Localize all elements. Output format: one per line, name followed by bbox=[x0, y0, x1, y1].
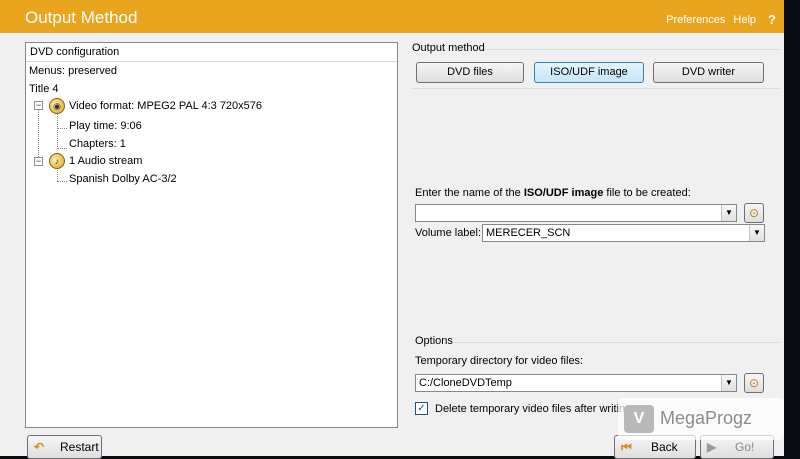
temp-dir-combo[interactable]: C:/CloneDVDTemp ▼ bbox=[415, 374, 737, 392]
help-link[interactable]: Help bbox=[733, 14, 756, 26]
tree-item-video-format[interactable]: Video format: MPEG2 PAL 4:3 720x576 bbox=[69, 100, 262, 112]
help-icon[interactable]: ? bbox=[768, 12, 776, 27]
options-label: Options bbox=[415, 335, 453, 347]
dvd-configuration-header: DVD configuration bbox=[26, 43, 397, 62]
delete-temp-checkbox[interactable]: ✓ bbox=[415, 402, 428, 415]
browse-folder-icon: ⊙ bbox=[748, 206, 760, 220]
filename-prompt-pre: Enter the name of the bbox=[415, 187, 524, 199]
iso-udf-image-button[interactable]: ISO/UDF image bbox=[534, 62, 644, 83]
volume-label-label: Volume label: bbox=[415, 227, 482, 239]
filename-prompt-post: file to be created: bbox=[603, 187, 691, 199]
browse-image-button[interactable]: ⊙ bbox=[744, 203, 764, 223]
temp-dir-value: C:/CloneDVDTemp bbox=[419, 377, 512, 389]
restart-arrow-icon: ↶ bbox=[34, 440, 45, 454]
tree-item-menus[interactable]: Menus: preserved bbox=[29, 65, 117, 77]
browse-folder-icon: ⊙ bbox=[748, 376, 760, 390]
tree-item-play-time[interactable]: Play time: 9:06 bbox=[69, 120, 142, 132]
watermark-text: MegaProgz bbox=[660, 408, 753, 428]
delete-temp-label: Delete temporary video files after writi… bbox=[435, 403, 632, 415]
tree-item-audio-stream[interactable]: 1 Audio stream bbox=[69, 155, 142, 167]
volume-label-combo[interactable]: MERECER_SCN ▼ bbox=[482, 224, 765, 242]
output-method-window: Output Method Preferences Help ? DVD con… bbox=[0, 0, 784, 459]
tree-item-title[interactable]: Title 4 bbox=[29, 83, 59, 95]
group-divider bbox=[454, 342, 780, 343]
dvd-files-button[interactable]: DVD files bbox=[416, 62, 524, 83]
chevron-down-icon[interactable]: ▼ bbox=[721, 205, 736, 221]
image-filename-combo[interactable]: ▼ bbox=[415, 204, 737, 222]
restart-button[interactable]: ↶ Restart bbox=[27, 435, 102, 459]
temp-dir-label: Temporary directory for video files: bbox=[415, 355, 584, 367]
tree-connector bbox=[57, 148, 67, 149]
tree-item-chapters[interactable]: Chapters: 1 bbox=[69, 138, 126, 150]
filename-prompt-bold: ISO/UDF image bbox=[523, 187, 604, 199]
chevron-down-icon[interactable]: ▼ bbox=[749, 225, 764, 241]
output-method-label: Output method bbox=[412, 42, 485, 54]
title-links: Preferences Help ? bbox=[666, 12, 776, 27]
eye-icon: ◉ bbox=[49, 98, 65, 114]
window-title: Output Method bbox=[25, 8, 138, 27]
speaker-icon: ♪ bbox=[49, 153, 65, 169]
tree-connector bbox=[57, 111, 58, 149]
filename-prompt: Enter the name of the ISO/UDF image file… bbox=[415, 187, 691, 199]
output-method-panel: Output method DVD files ISO/UDF image DV… bbox=[404, 38, 782, 431]
preferences-link[interactable]: Preferences bbox=[666, 14, 725, 26]
tree-item-audio-detail[interactable]: Spanish Dolby AC-3/2 bbox=[69, 173, 177, 185]
watermark: V MegaProgz bbox=[618, 398, 784, 440]
title-bar: Output Method Preferences Help ? bbox=[0, 0, 784, 33]
browse-temp-dir-button[interactable]: ⊙ bbox=[744, 373, 764, 393]
dvd-configuration-panel: DVD configuration Menus: preserved Title… bbox=[25, 42, 398, 428]
tree-connector bbox=[38, 101, 39, 161]
group-divider bbox=[412, 88, 780, 89]
tree-connector bbox=[57, 181, 67, 182]
tree-connector bbox=[57, 128, 67, 129]
tree-connector bbox=[57, 167, 58, 181]
chevron-down-icon[interactable]: ▼ bbox=[721, 375, 736, 391]
dvd-writer-button[interactable]: DVD writer bbox=[653, 62, 764, 83]
collapse-video-icon[interactable]: − bbox=[34, 101, 43, 110]
megaprogz-logo-icon: V bbox=[624, 405, 654, 433]
collapse-audio-icon[interactable]: − bbox=[34, 157, 43, 166]
volume-label-value: MERECER_SCN bbox=[486, 227, 571, 239]
group-divider bbox=[484, 49, 780, 50]
